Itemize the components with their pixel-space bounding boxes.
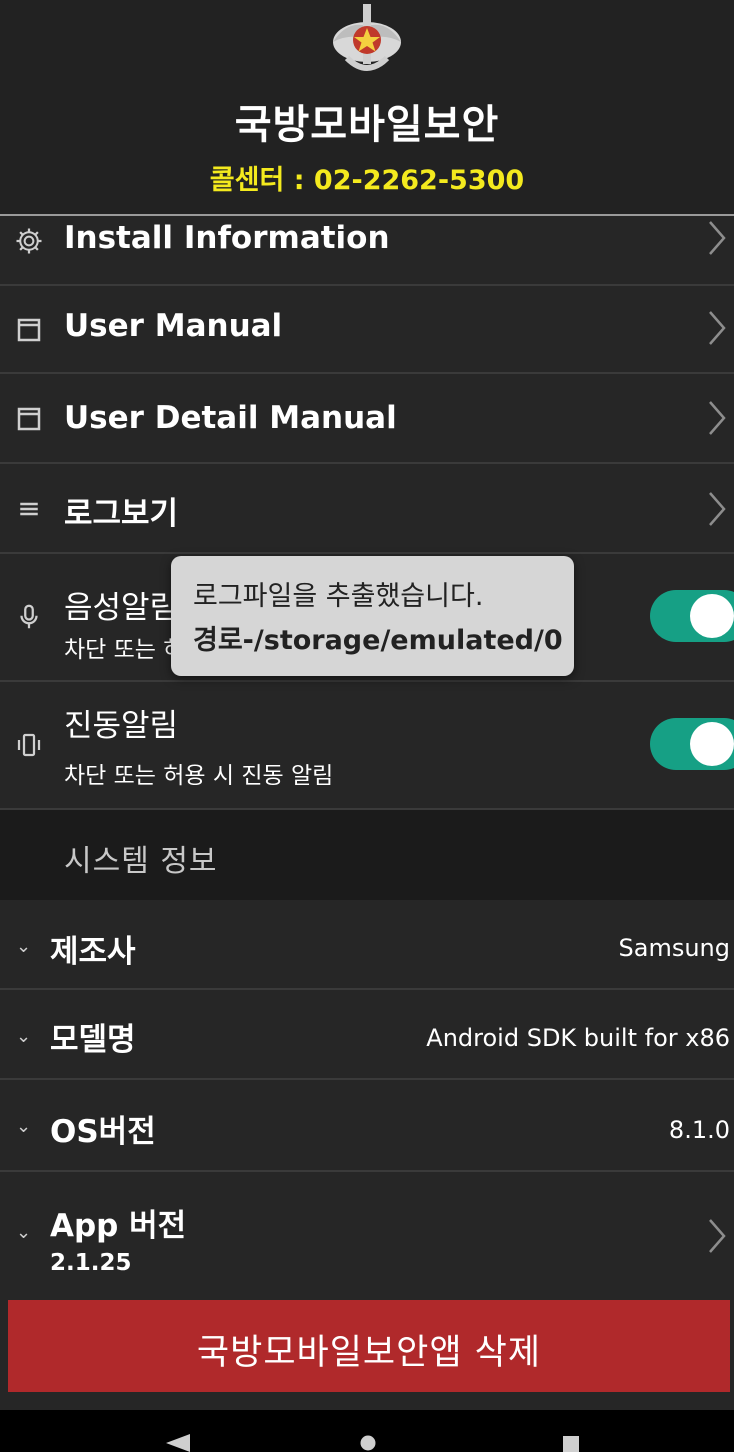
call-center-number[interactable]: 콜센터 : 02-2262-5300: [0, 158, 734, 197]
vibrate-icon: [17, 733, 41, 757]
menu-label: Install Information: [64, 220, 390, 256]
info-value: Android SDK built for x86: [426, 1024, 730, 1052]
emblem-logo: [333, 4, 401, 71]
vibrate-alert-toggle[interactable]: [650, 718, 734, 770]
toast-path: 경로-/storage/emulated/0: [193, 625, 563, 656]
menu-label: User Manual: [64, 308, 283, 344]
chevron-right-icon: [709, 1219, 726, 1253]
info-value: 2.1.25: [50, 1250, 132, 1276]
system-info-section-header: 시스템 정보: [0, 810, 734, 900]
delete-app-button[interactable]: 국방모바일보안앱 삭제: [8, 1300, 730, 1392]
book-icon: [17, 407, 41, 431]
android-navigation-bar: [0, 1410, 734, 1452]
toggle-knob: [690, 594, 734, 638]
chevron-down-icon: ⌄: [16, 1026, 32, 1047]
chevron-down-icon: ⌄: [16, 1116, 32, 1137]
app-header: 국방모바일보안 콜센터 : 02-2262-5300: [0, 0, 734, 216]
info-row-app-version[interactable]: ⌄ App 버전 2.1.25: [0, 1172, 734, 1300]
info-row-os-version: ⌄ OS버전 8.1.0: [0, 1080, 734, 1172]
delete-app-button-label: 국방모바일보안앱 삭제: [196, 1333, 542, 1373]
info-row-manufacturer: ⌄ 제조사 Samsung: [0, 900, 734, 990]
book-icon: [17, 318, 41, 342]
chevron-down-icon: ⌄: [16, 1222, 32, 1243]
menu-install-information[interactable]: Install Information: [0, 216, 734, 286]
toast-message: 로그파일을 추출했습니다.: [193, 581, 484, 612]
nav-home-icon[interactable]: [356, 1434, 380, 1452]
gear-icon: [16, 228, 42, 254]
info-row-model: ⌄ 모델명 Android SDK built for x86: [0, 990, 734, 1080]
list-icon: [20, 502, 38, 516]
info-label: App 버전: [50, 1208, 187, 1244]
menu-label: User Detail Manual: [64, 400, 397, 436]
toggle-knob: [690, 722, 734, 766]
menu-label: 로그보기: [64, 496, 179, 532]
info-value: Samsung: [618, 934, 730, 962]
info-value: 8.1.0: [668, 1116, 730, 1144]
log-export-toast: 로그파일을 추출했습니다. 경로-/storage/emulated/0: [171, 556, 574, 676]
setting-title: 음성알림: [64, 590, 179, 626]
menu-view-log[interactable]: 로그보기: [0, 464, 734, 554]
nav-recents-icon[interactable]: [560, 1436, 582, 1452]
info-label: 모델명: [50, 1022, 136, 1058]
menu-user-manual[interactable]: User Manual: [0, 286, 734, 374]
chevron-right-icon: [709, 221, 726, 255]
section-label: 시스템 정보: [64, 844, 218, 879]
setting-title: 진동알림: [64, 708, 179, 744]
chevron-right-icon: [709, 401, 726, 435]
voice-alert-toggle[interactable]: [650, 590, 734, 642]
vibrate-alert-setting: 진동알림 차단 또는 허용 시 진동 알림: [0, 682, 734, 810]
info-label: 제조사: [50, 934, 136, 970]
setting-subtitle: 차단 또는 허용 시 진동 알림: [64, 763, 334, 789]
menu-user-detail-manual[interactable]: User Detail Manual: [0, 374, 734, 464]
chevron-down-icon: ⌄: [16, 936, 32, 957]
nav-back-icon[interactable]: [166, 1434, 190, 1452]
app-title: 국방모바일보안: [234, 102, 500, 148]
chevron-right-icon: [709, 492, 726, 526]
info-label: OS버전: [50, 1114, 156, 1150]
chevron-right-icon: [709, 311, 726, 345]
microphone-icon: [20, 604, 38, 629]
